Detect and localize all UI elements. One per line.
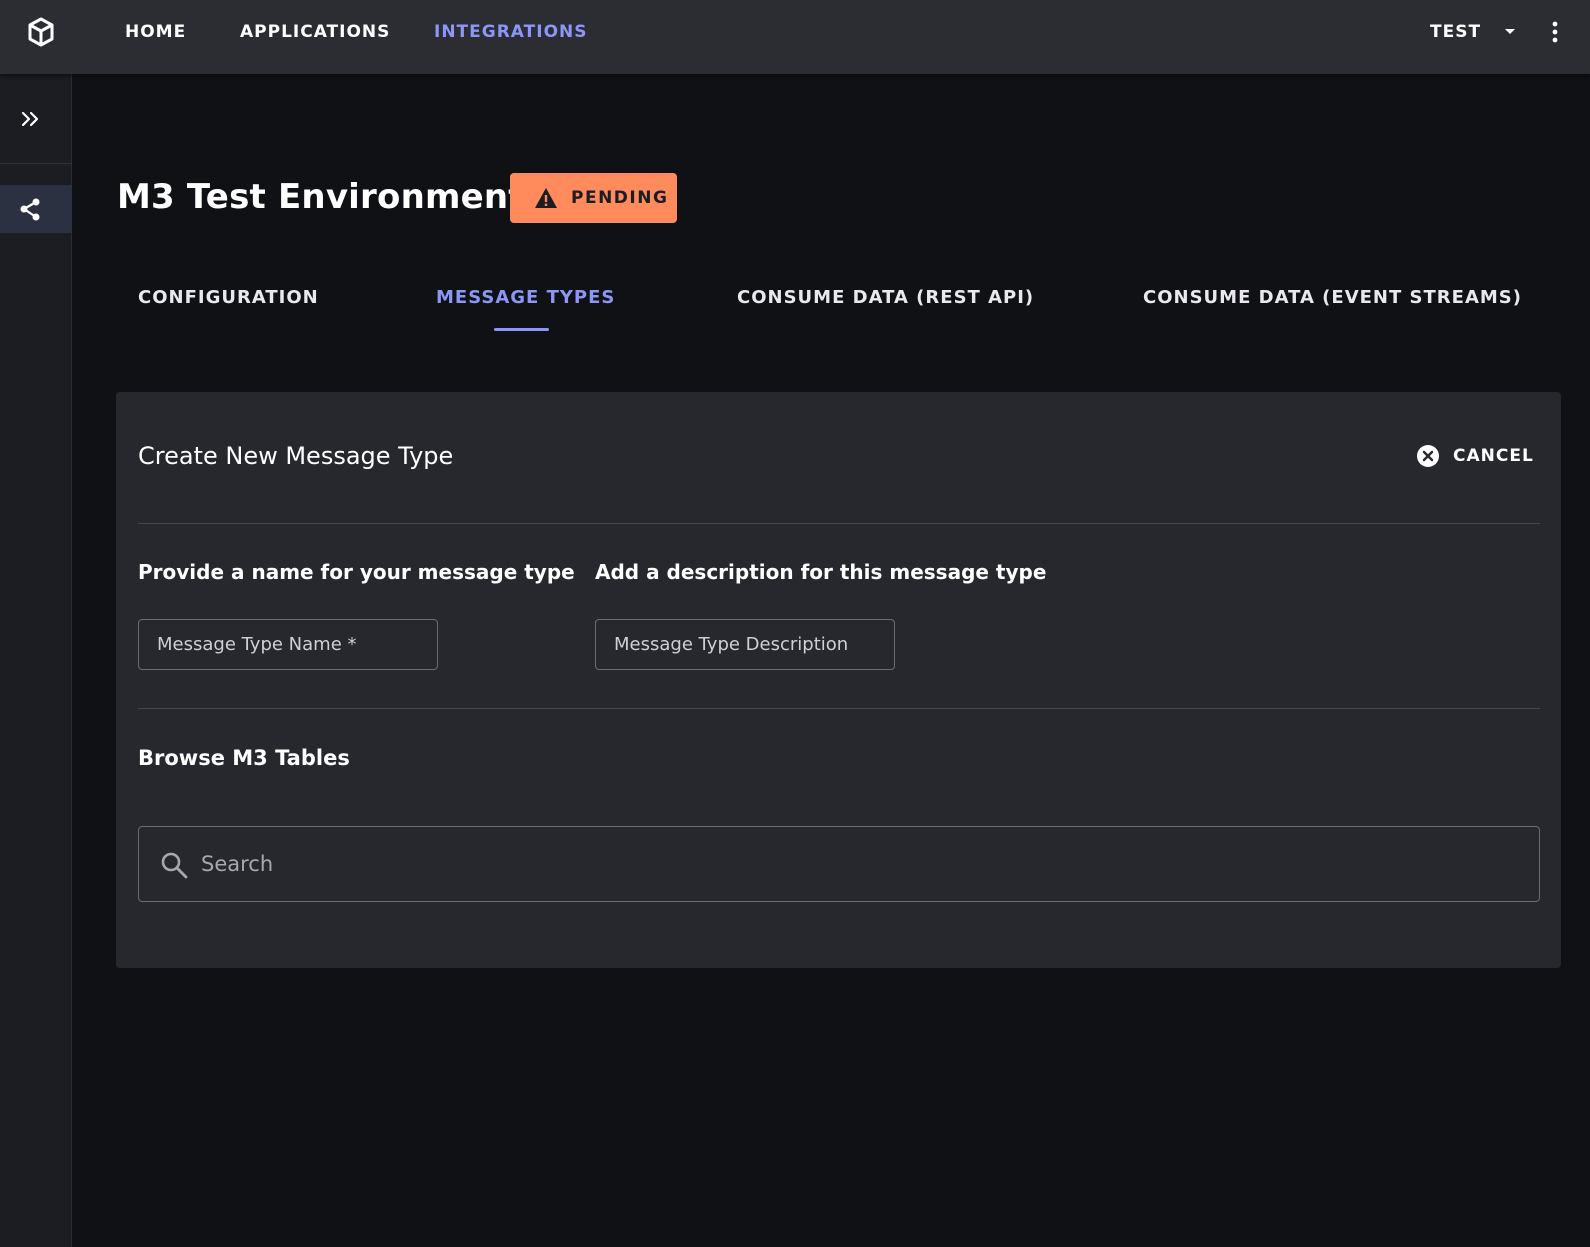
nav-integrations[interactable]: INTEGRATIONS bbox=[434, 21, 588, 43]
share-icon bbox=[20, 198, 40, 221]
browse-tables-title: Browse M3 Tables bbox=[138, 746, 350, 770]
sidebar bbox=[0, 74, 72, 1247]
nav-applications[interactable]: APPLICATIONS bbox=[240, 21, 390, 43]
active-tab-indicator bbox=[494, 328, 549, 331]
cancel-circle-icon bbox=[1417, 445, 1439, 467]
message-type-description-input[interactable] bbox=[595, 619, 895, 670]
tab-consume-data-rest-api[interactable]: CONSUME DATA (REST API) bbox=[737, 286, 1034, 310]
cancel-label: CANCEL bbox=[1453, 446, 1534, 466]
create-message-type-card: Create New Message Type CANCEL Provide a… bbox=[116, 392, 1561, 968]
cancel-button[interactable]: CANCEL bbox=[1416, 443, 1546, 469]
name-field-label: Provide a name for your message type bbox=[138, 560, 575, 584]
user-menu-button[interactable]: TEST bbox=[1430, 21, 1515, 43]
tab-consume-data-event-streams[interactable]: CONSUME DATA (EVENT STREAMS) bbox=[1143, 286, 1522, 310]
status-badge: PENDING bbox=[510, 173, 677, 223]
double-chevron-right-icon[interactable] bbox=[18, 106, 44, 132]
status-label: PENDING bbox=[571, 188, 669, 208]
divider bbox=[138, 708, 1540, 709]
page-title: M3 Test Environment bbox=[117, 177, 525, 217]
search-box[interactable] bbox=[138, 826, 1540, 902]
search-input[interactable] bbox=[201, 839, 1521, 889]
divider bbox=[138, 523, 1540, 524]
caret-down-icon bbox=[1505, 29, 1515, 34]
top-app-bar: HOME APPLICATIONS INTEGRATIONS TEST bbox=[0, 0, 1590, 74]
warning-icon bbox=[535, 188, 557, 208]
nav-home[interactable]: HOME bbox=[125, 21, 186, 43]
search-icon bbox=[161, 852, 188, 879]
message-type-name-input[interactable] bbox=[138, 619, 438, 670]
tab-configuration[interactable]: CONFIGURATION bbox=[138, 286, 319, 310]
user-name: TEST bbox=[1430, 22, 1482, 42]
card-title: Create New Message Type bbox=[138, 442, 454, 470]
tab-message-types[interactable]: MESSAGE TYPES bbox=[436, 286, 615, 310]
cube-icon[interactable] bbox=[27, 17, 55, 47]
sidebar-divider bbox=[0, 163, 72, 164]
more-vert-icon[interactable] bbox=[1547, 19, 1563, 45]
description-field-label: Add a description for this message type bbox=[595, 560, 1047, 584]
sidebar-item-integrations[interactable] bbox=[0, 185, 72, 233]
